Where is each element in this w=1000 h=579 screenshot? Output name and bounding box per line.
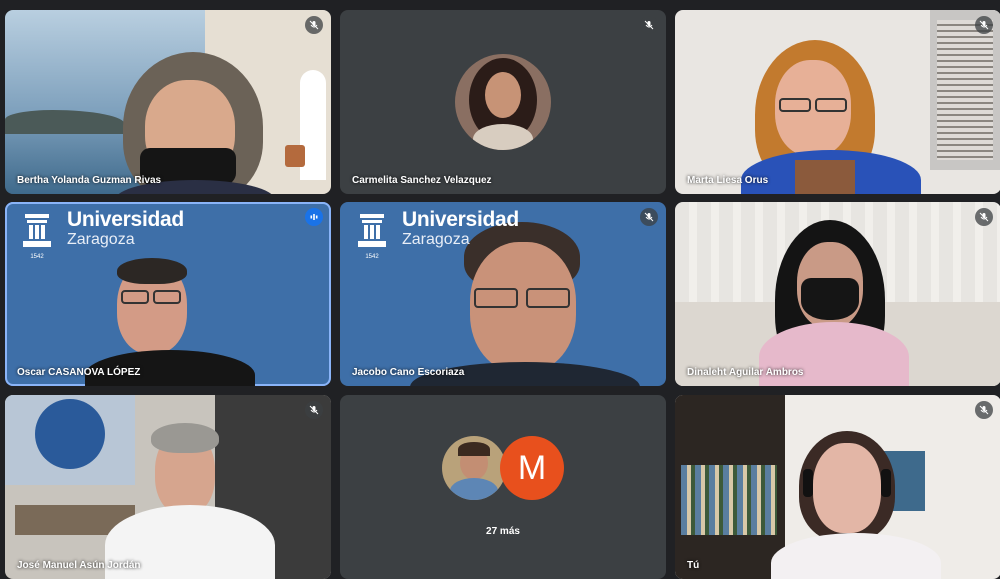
participant-name: Jacobo Cano Escoriaza (352, 367, 465, 378)
mic-muted-icon (975, 16, 993, 34)
participant-tile-dinaleht[interactable]: Dinaleht Aguilar Ambros (675, 202, 1000, 386)
speaking-indicator-icon (305, 208, 323, 226)
mic-muted-icon (305, 401, 323, 419)
participant-tile-marta[interactable]: Marta Liesa Orus (675, 10, 1000, 194)
participant-name: Dinaleht Aguilar Ambros (687, 367, 804, 378)
participant-tile-jacobo[interactable]: 1542 Universidad Zaragoza Jacobo Cano Es… (340, 202, 666, 386)
avatar-letter: M (517, 448, 547, 487)
participant-name: Oscar CASANOVA LÓPEZ (17, 367, 141, 378)
svg-text:1542: 1542 (365, 254, 379, 260)
university-subtitle: Zaragoza (402, 231, 470, 248)
university-title: Universidad (402, 208, 519, 231)
more-participants-count: 27 más (486, 526, 520, 537)
mic-muted-icon (640, 16, 658, 34)
video-feed (675, 395, 1000, 579)
video-feed: 1542 Universidad Zaragoza (5, 202, 331, 386)
university-logo: 1542 (354, 210, 390, 265)
video-feed: 1542 Universidad Zaragoza (340, 202, 666, 386)
mic-muted-icon (305, 16, 323, 34)
participant-tile-bertha[interactable]: Bertha Yolanda Guzman Rivas (5, 10, 331, 194)
university-logo: 1542 (19, 210, 55, 265)
video-feed (675, 202, 1000, 386)
mic-muted-icon (975, 208, 993, 226)
participant-avatar-letter: M (500, 436, 564, 500)
participant-tile-self[interactable]: Tú (675, 395, 1000, 579)
avatar (455, 54, 551, 150)
participant-name: Carmelita Sanchez Velazquez (352, 175, 492, 186)
mic-muted-icon (975, 401, 993, 419)
participant-tile-carmelita[interactable]: Carmelita Sanchez Velazquez (340, 10, 666, 194)
participant-name: José Manuel Asún Jordán (17, 560, 141, 571)
university-subtitle: Zaragoza (67, 231, 135, 248)
svg-text:1542: 1542 (30, 254, 44, 260)
participant-name: Bertha Yolanda Guzman Rivas (17, 175, 162, 186)
video-feed (5, 395, 331, 579)
video-feed (675, 10, 1000, 194)
more-participants-tile[interactable]: M 27 más (340, 395, 666, 579)
mic-muted-icon (640, 208, 658, 226)
participant-tile-jose-manuel[interactable]: José Manuel Asún Jordán (5, 395, 331, 579)
university-title: Universidad (67, 208, 184, 231)
participant-avatar (442, 436, 506, 500)
participant-name: Tú (687, 560, 700, 571)
participant-tile-oscar[interactable]: 1542 Universidad Zaragoza Oscar CASANOVA… (5, 202, 331, 386)
video-feed (5, 10, 331, 194)
participant-name: Marta Liesa Orus (687, 175, 769, 186)
